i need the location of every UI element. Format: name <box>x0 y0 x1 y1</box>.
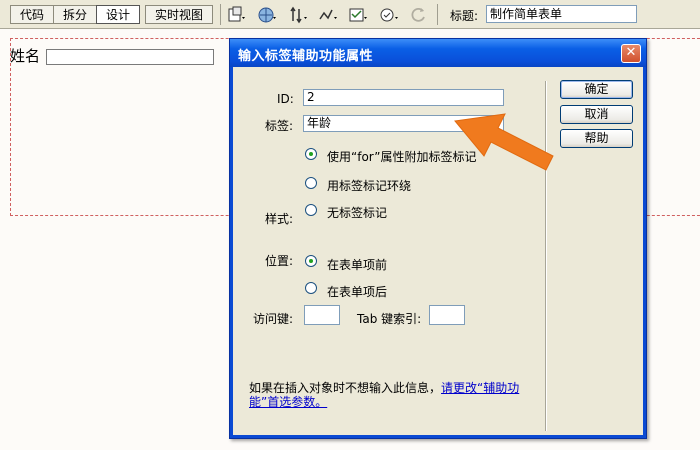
annotation-arrow-icon <box>454 113 554 171</box>
